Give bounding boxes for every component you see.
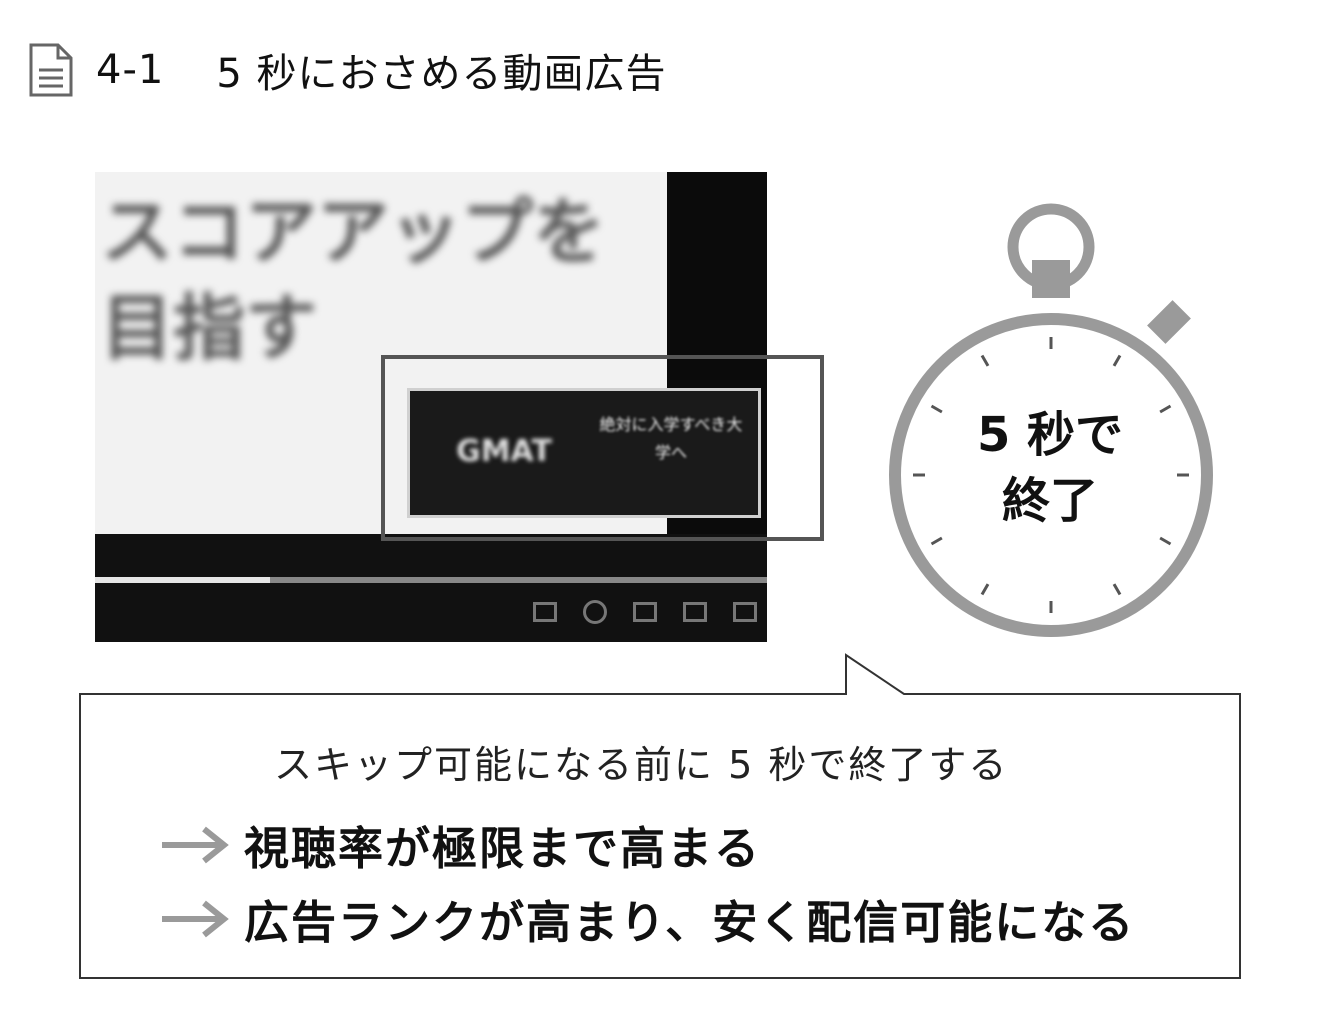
stopwatch-tick bbox=[930, 536, 943, 546]
result-item: 視聴率が極限まで高まる bbox=[160, 812, 761, 877]
video-progress-fill bbox=[95, 577, 270, 583]
figure-title: 5 秒におさめる動画広告 bbox=[216, 51, 667, 97]
subtitles-icon bbox=[533, 602, 557, 622]
ad-text: 絶対に入学すべき大学へ bbox=[599, 415, 743, 462]
callout-lead: スキップ可能になる前に 5 秒で終了する bbox=[274, 743, 1009, 787]
stopwatch-tick bbox=[980, 354, 990, 367]
player-controls bbox=[533, 600, 757, 624]
overlay-ad-banner: GMAT 絶対に入学すべき大学へ bbox=[407, 388, 761, 518]
result-text: 広告ランクが高まり、安く配信可能になる bbox=[244, 896, 1136, 949]
stopwatch-tick bbox=[1159, 404, 1172, 414]
settings-icon bbox=[583, 600, 607, 624]
arrow-right-icon bbox=[162, 900, 229, 937]
ad-logo: GMAT bbox=[456, 433, 552, 469]
blurred-video-caption: スコアアップを 目指す bbox=[101, 190, 606, 370]
document-icon bbox=[29, 43, 73, 97]
video-control-bar bbox=[95, 534, 767, 642]
miniplayer-icon bbox=[633, 602, 657, 622]
stopwatch-tick bbox=[980, 583, 990, 596]
stopwatch-tick bbox=[1159, 536, 1172, 546]
result-item: 広告ランクが高まり、安く配信可能になる bbox=[160, 886, 1135, 951]
stopwatch-tick bbox=[1112, 583, 1122, 596]
fullscreen-icon bbox=[733, 602, 757, 622]
figure-header: 4-1 5 秒におさめる動画広告 bbox=[28, 38, 667, 102]
stopwatch-tick bbox=[1112, 354, 1122, 367]
stopwatch-label: 5 秒で 終了 bbox=[976, 407, 1124, 529]
arrow-right-icon bbox=[162, 826, 229, 863]
figure-number: 4-1 bbox=[96, 47, 165, 93]
stopwatch-tick bbox=[930, 404, 943, 414]
theater-icon bbox=[683, 602, 707, 622]
result-text: 視聴率が極限まで高まる bbox=[244, 822, 762, 875]
